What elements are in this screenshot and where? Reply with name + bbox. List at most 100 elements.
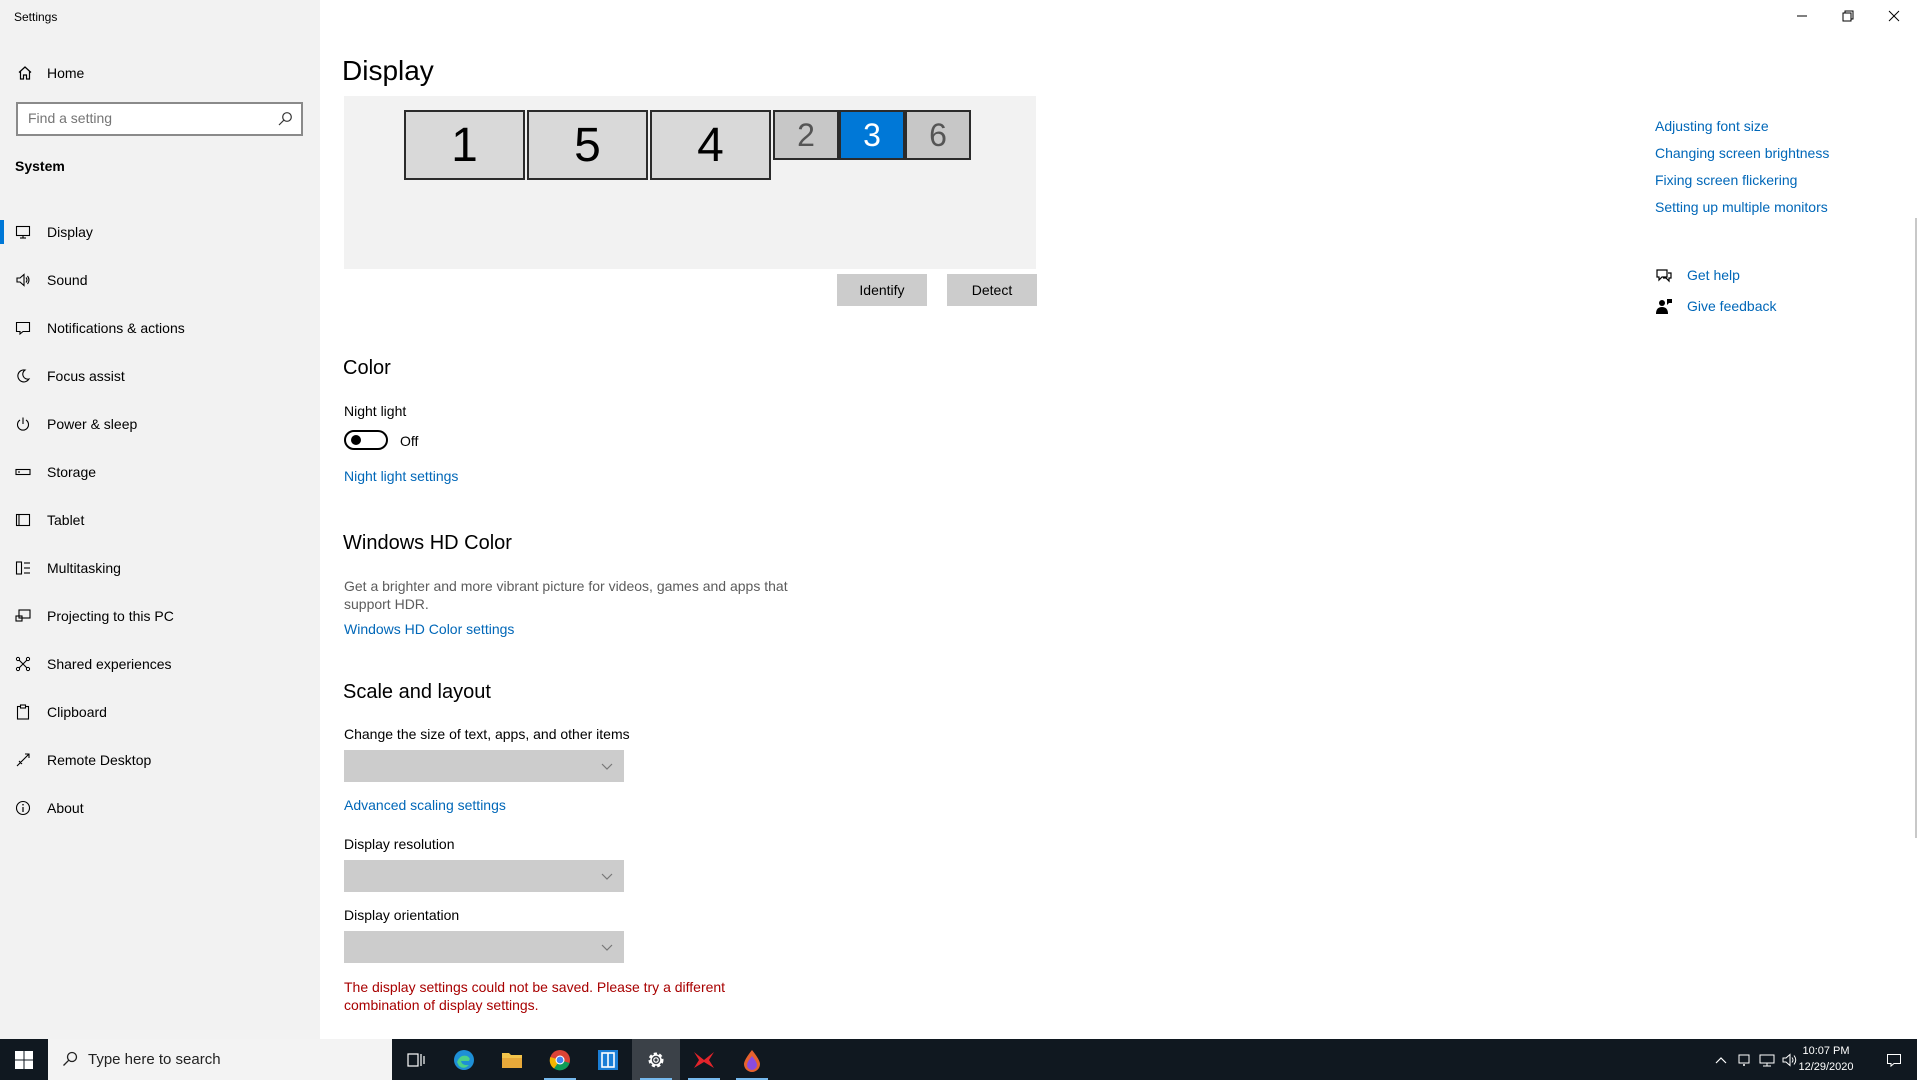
home-label: Home [47,65,85,81]
task-view-icon [407,1052,425,1067]
settings-app-button[interactable] [632,1039,680,1080]
get-help-link[interactable]: Get help [1655,266,1855,286]
sidebar-item-label: Multitasking [47,560,121,576]
sidebar-item-clipboard[interactable]: Clipboard [0,688,320,736]
sidebar-item-display[interactable]: Display [0,208,320,256]
sidebar-item-storage[interactable]: Storage [0,448,320,496]
taskbar-search-placeholder: Type here to search [88,1051,221,1068]
find-setting-box[interactable] [16,102,303,136]
storage-icon [15,468,31,476]
monitor-5[interactable]: 5 [527,110,648,180]
main-content: Display 1 5 4 2 3 6 Identify Detect Colo… [320,0,1917,1039]
help-link-flickering[interactable]: Fixing screen flickering [1655,172,1797,188]
section-header-system: System [15,158,65,174]
home-icon [18,66,32,80]
home-button[interactable]: Home [0,60,320,86]
hdr-heading: Windows HD Color [343,532,512,554]
hdr-description-line: support HDR. [344,596,429,612]
monitor-2[interactable]: 2 [773,110,839,160]
sidebar-item-label: Remote Desktop [47,752,152,768]
help-link-multiple-monitors[interactable]: Setting up multiple monitors [1655,199,1828,215]
sidebar-item-remote-desktop[interactable]: Remote Desktop [0,736,320,784]
action-center-button[interactable] [1871,1039,1917,1080]
sidebar-item-sound[interactable]: Sound [0,256,320,304]
red-app-button[interactable] [680,1039,728,1080]
sidebar-item-label: Tablet [47,512,85,528]
chevron-up-icon [1715,1056,1727,1063]
clock-date: 12/29/2020 [1798,1061,1854,1073]
projecting-icon [15,609,31,622]
resolution-dropdown[interactable] [344,860,624,892]
hdr-description: Get a brighter and more vibrant picture … [344,577,788,613]
taskbar-search-box[interactable]: Type here to search [48,1039,392,1080]
sidebar-item-label: Projecting to this PC [47,608,174,624]
give-feedback-link[interactable]: Give feedback [1655,297,1855,317]
night-light-settings-link[interactable]: Night light settings [344,468,458,484]
monitor-3-selected[interactable]: 3 [839,110,905,160]
monitor-4[interactable]: 4 [650,110,771,180]
sidebar-item-tablet[interactable]: Tablet [0,496,320,544]
sidebar-item-focus-assist[interactable]: Focus assist [0,352,320,400]
task-view-button[interactable] [392,1039,440,1080]
sidebar-item-projecting[interactable]: Projecting to this PC [0,592,320,640]
night-light-label: Night light [344,403,407,419]
chat-help-icon [1656,269,1672,283]
power-icon [16,417,30,431]
start-button[interactable] [0,1039,48,1080]
remote-desktop-icon [16,753,30,767]
feedback-person-icon [1656,299,1672,314]
water-drop-icon [744,1049,760,1072]
give-feedback-label: Give feedback [1687,298,1777,314]
sidebar-item-multitasking[interactable]: Multitasking [0,544,320,592]
chrome-app-button[interactable] [536,1039,584,1080]
clock[interactable]: 10:07 PM 12/29/2020 [1791,1043,1861,1075]
monitor-6[interactable]: 6 [905,110,971,160]
orientation-dropdown[interactable] [344,931,624,963]
monitor-arrangement[interactable]: 1 5 4 2 3 6 [344,96,1036,269]
sidebar-item-label: Display [47,224,93,240]
advanced-scaling-link[interactable]: Advanced scaling settings [344,797,506,813]
restore-button[interactable] [1825,0,1871,32]
search-icon[interactable] [277,111,293,127]
scale-dropdown[interactable] [344,750,624,782]
sidebar-item-label: Notifications & actions [47,320,185,336]
edge-app-button[interactable] [440,1039,488,1080]
resolution-label: Display resolution [344,836,455,852]
error-message: The display settings could not be saved.… [344,978,725,1014]
restore-icon [1842,10,1854,22]
device-icon [1738,1054,1750,1066]
detect-button[interactable]: Detect [947,274,1037,306]
help-link-font-size[interactable]: Adjusting font size [1655,118,1769,134]
help-link-brightness[interactable]: Changing screen brightness [1655,145,1829,161]
tray-device-button[interactable] [1733,1039,1755,1080]
pinned-app-button[interactable] [584,1039,632,1080]
file-explorer-button[interactable] [488,1039,536,1080]
gear-icon [648,1052,664,1067]
sidebar-item-label: Storage [47,464,97,480]
sidebar-item-about[interactable]: About [0,784,320,832]
night-light-toggle[interactable] [344,430,388,450]
tablet-icon [15,513,31,527]
tray-network-button[interactable] [1756,1039,1778,1080]
hdr-settings-link[interactable]: Windows HD Color settings [344,621,514,637]
error-message-line: The display settings could not be saved.… [344,979,726,995]
find-setting-input[interactable] [28,104,268,132]
sidebar-item-notifications[interactable]: Notifications & actions [0,304,320,352]
moon-icon [17,369,31,383]
app-title: Settings [14,10,58,24]
show-hidden-icons-button[interactable] [1710,1039,1732,1080]
page-title: Display [342,55,434,86]
sidebar-item-label: Power & sleep [47,416,138,432]
scale-layout-heading: Scale and layout [343,681,491,703]
close-button[interactable] [1871,0,1917,32]
sidebar-item-power-sleep[interactable]: Power & sleep [0,400,320,448]
network-icon [1759,1054,1775,1066]
identify-button[interactable]: Identify [837,274,927,306]
sidebar-item-shared-experiences[interactable]: Shared experiences [0,640,320,688]
monitor-icon [15,225,31,239]
chevron-down-icon [601,873,613,880]
minimize-button[interactable] [1779,0,1825,32]
shared-icon [15,656,31,672]
drop-app-button[interactable] [728,1039,776,1080]
monitor-1[interactable]: 1 [404,110,525,180]
